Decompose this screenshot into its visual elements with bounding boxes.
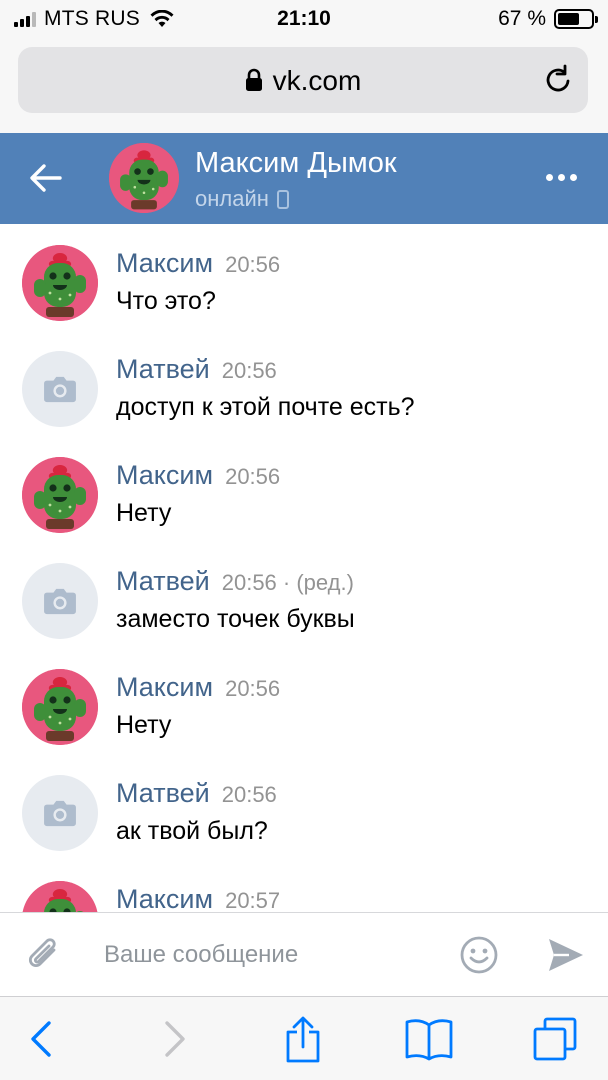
camera-placeholder-avatar[interactable] bbox=[22, 351, 98, 427]
camera-placeholder-avatar[interactable] bbox=[22, 563, 98, 639]
camera-icon bbox=[41, 586, 79, 616]
message-text: ак твой был? bbox=[116, 817, 268, 845]
message-author[interactable]: Максим bbox=[116, 884, 213, 912]
contact-name[interactable]: Максим Дымок bbox=[195, 147, 397, 180]
url-display[interactable]: vk.com bbox=[18, 65, 588, 97]
lock-icon bbox=[245, 68, 262, 91]
browser-address-area: vk.com bbox=[0, 40, 608, 133]
message-time: 20:56 bbox=[225, 676, 281, 701]
share-icon[interactable] bbox=[278, 1015, 328, 1063]
contact-avatar[interactable] bbox=[109, 143, 179, 213]
forward-icon[interactable] bbox=[150, 1015, 200, 1063]
message-author[interactable]: Максим bbox=[116, 672, 213, 702]
message-author[interactable]: Максим bbox=[116, 248, 213, 278]
message-text: Что это? bbox=[116, 287, 216, 315]
battery-level-fill bbox=[558, 13, 580, 25]
message-item: Максим 20:56 Нету bbox=[0, 648, 608, 754]
message-header: Матвей 20:56 · (ред.) bbox=[116, 566, 354, 597]
mobile-phone-icon bbox=[276, 189, 289, 209]
status-bar-right: 67 % bbox=[498, 7, 598, 31]
message-time: 20:56 bbox=[221, 358, 277, 383]
chat-header: Максим Дымок онлайн bbox=[0, 133, 608, 224]
message-author[interactable]: Максим bbox=[116, 460, 213, 490]
message-text: Нету bbox=[116, 711, 172, 739]
message-item: Матвей 20:56 доступ к этой почте есть? bbox=[0, 330, 608, 436]
camera-icon bbox=[41, 374, 79, 404]
message-header: Максим 20:56 bbox=[116, 672, 280, 703]
message-item: Матвей 20:56 · (ред.) заместо точек буквы bbox=[0, 542, 608, 648]
message-header: Максим 20:56 bbox=[116, 248, 280, 279]
cactus-avatar-image bbox=[109, 143, 179, 213]
message-input[interactable] bbox=[104, 935, 434, 975]
more-icon[interactable] bbox=[546, 169, 580, 185]
message-item: Максим 20:56 Нету bbox=[0, 436, 608, 542]
tabs-icon[interactable] bbox=[530, 1015, 580, 1063]
message-header: Максим 20:57 bbox=[116, 884, 280, 912]
message-item: Максим 20:57 bbox=[0, 860, 608, 912]
back-icon[interactable] bbox=[16, 1015, 66, 1063]
message-time: 20:57 bbox=[225, 888, 281, 912]
emoji-icon[interactable] bbox=[459, 935, 499, 975]
cactus-avatar[interactable] bbox=[22, 457, 98, 533]
message-author[interactable]: Матвей bbox=[116, 566, 210, 596]
message-text: заместо точек буквы bbox=[116, 605, 355, 633]
message-item: Матвей 20:56 ак твой был? bbox=[0, 754, 608, 860]
message-header: Максим 20:56 bbox=[116, 460, 280, 491]
message-time: 20:56 · (ред.) bbox=[221, 570, 354, 595]
camera-icon bbox=[41, 798, 79, 828]
battery-percent: 67 % bbox=[498, 7, 546, 30]
back-arrow-icon[interactable] bbox=[28, 160, 64, 196]
bookmarks-icon[interactable] bbox=[404, 1015, 454, 1063]
message-time: 20:56 bbox=[221, 782, 277, 807]
message-text: Нету bbox=[116, 499, 172, 527]
browser-toolbar bbox=[0, 996, 608, 1080]
send-icon[interactable] bbox=[547, 937, 585, 973]
message-text: доступ к этой почте есть? bbox=[116, 393, 415, 421]
message-composer bbox=[0, 912, 608, 996]
message-header: Матвей 20:56 bbox=[116, 354, 277, 385]
url-text: vk.com bbox=[272, 65, 362, 96]
message-author[interactable]: Матвей bbox=[116, 778, 210, 808]
cactus-avatar[interactable] bbox=[22, 881, 98, 912]
message-item: Максим 20:56 Что это? bbox=[0, 224, 608, 330]
reload-icon[interactable] bbox=[542, 64, 574, 96]
contact-status: онлайн bbox=[195, 186, 289, 212]
status-text: онлайн bbox=[195, 186, 269, 211]
battery-icon bbox=[554, 9, 598, 29]
paperclip-icon[interactable] bbox=[24, 935, 64, 975]
camera-placeholder-avatar[interactable] bbox=[22, 775, 98, 851]
message-time: 20:56 bbox=[225, 464, 281, 489]
address-bar[interactable]: vk.com bbox=[18, 47, 588, 113]
message-author[interactable]: Матвей bbox=[116, 354, 210, 384]
cactus-avatar[interactable] bbox=[22, 245, 98, 321]
cactus-avatar[interactable] bbox=[22, 669, 98, 745]
message-list[interactable]: Максим 20:56 Что это? Матвей 20:56 доступ … bbox=[0, 224, 608, 912]
message-header: Матвей 20:56 bbox=[116, 778, 277, 809]
message-time: 20:56 bbox=[225, 252, 281, 277]
status-bar: MTS RUS 21:10 67 % bbox=[0, 0, 608, 40]
